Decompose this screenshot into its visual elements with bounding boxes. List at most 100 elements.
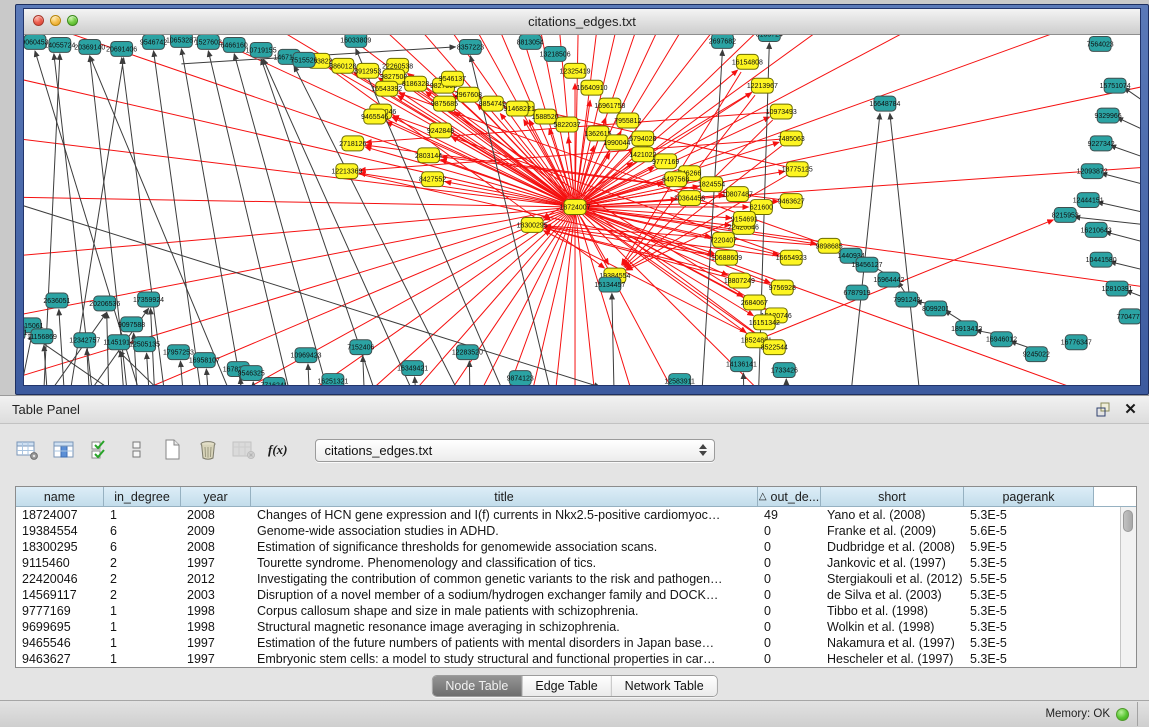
graph-node[interactable]: 13218506 (540, 46, 571, 61)
network-canvas[interactable]: 1872400712325419166409101696175879558121… (24, 35, 1140, 385)
graph-node[interactable]: 16210643 (1081, 222, 1112, 237)
graph-node[interactable]: 15134457 (594, 277, 625, 292)
graph-node[interactable]: 8427552 (419, 172, 446, 187)
graph-node[interactable]: 1527602 (195, 35, 222, 49)
graph-node[interactable]: 6497568 (662, 172, 689, 187)
graph-node[interactable]: 2636051 (43, 293, 70, 308)
graph-node[interactable]: 1824554 (698, 177, 725, 192)
graph-node[interactable]: 12505135 (129, 337, 160, 352)
table-row[interactable]: 969969511998Structural magnetic resonanc… (16, 619, 1121, 635)
graph-node[interactable]: 16154808 (732, 54, 763, 69)
graph-node[interactable]: 10688609 (711, 250, 742, 265)
graph-node[interactable]: 10973493 (766, 104, 797, 119)
graph-node[interactable]: 7152406 (347, 340, 374, 355)
graph-node[interactable]: 9546137 (439, 71, 466, 86)
network-graph[interactable]: 1872400712325419166409101696175879558121… (24, 35, 1140, 385)
graph-node[interactable]: 7515526 (290, 52, 317, 67)
column-header-pagerank[interactable]: pagerank (964, 487, 1094, 507)
graph-node[interactable]: 20369140 (74, 39, 105, 54)
graph-node[interactable]: 12213967 (747, 78, 778, 93)
zoom-window-button[interactable] (67, 15, 78, 26)
select-columns-icon[interactable] (50, 437, 77, 464)
graph-node[interactable]: 7220407 (710, 232, 737, 247)
graph-node[interactable]: 12583911 (664, 374, 695, 385)
graph-node[interactable]: 20691406 (106, 41, 137, 56)
float-panel-icon[interactable] (1095, 401, 1112, 418)
graph-node[interactable]: 14055724 (44, 37, 75, 52)
graph-node[interactable]: 15751074 (1100, 78, 1131, 93)
table-row[interactable]: 1456911722003Disruption of a novel membe… (16, 587, 1121, 603)
close-window-button[interactable] (33, 15, 44, 26)
graph-node[interactable]: 8215953 (1052, 208, 1079, 223)
graph-node[interactable]: 8099201 (922, 301, 949, 316)
graph-node[interactable]: 2967608 (455, 87, 482, 102)
graph-node[interactable]: 16946012 (986, 332, 1017, 347)
graph-node[interactable]: 2718126 (339, 136, 366, 151)
graph-node[interactable]: 10719155 (246, 42, 277, 57)
graph-node[interactable]: 7991243 (893, 292, 920, 307)
graph-node[interactable]: 16776347 (1061, 335, 1092, 350)
network-window-titlebar[interactable]: citations_edges.txt (24, 9, 1140, 35)
row-height-icon[interactable] (122, 437, 149, 464)
graph-node[interactable]: 12213369 (331, 164, 362, 179)
memory-ok-indicator[interactable] (1116, 708, 1129, 721)
graph-node[interactable]: 20206536 (89, 296, 120, 311)
graph-node[interactable]: 9154691 (731, 211, 758, 226)
graph-node[interactable]: 16961758 (594, 98, 625, 113)
graph-node[interactable]: 8186328 (402, 76, 429, 91)
graph-node[interactable]: 16251321 (317, 374, 348, 385)
graph-node[interactable]: 6787919 (843, 285, 870, 300)
graph-node[interactable]: 20364456 (674, 191, 705, 206)
graph-node[interactable]: 6794028 (629, 131, 656, 146)
graph-node[interactable]: 6466160 (221, 37, 248, 52)
table-row[interactable]: 2242004622012Investigating the contribut… (16, 571, 1121, 587)
table-row[interactable]: 1872400712008Changes of HCN gene express… (16, 507, 1121, 523)
table-row[interactable]: 911546021997Tourette syndrome. Phenomeno… (16, 555, 1121, 571)
graph-node[interactable]: 9898685 (816, 238, 843, 253)
table-row[interactable]: 1938455462009Genome-wide association stu… (16, 523, 1121, 539)
new-table-icon[interactable] (158, 437, 185, 464)
graph-node[interactable]: 12810391 (1102, 281, 1133, 296)
graph-node[interactable]: 18300295 (517, 217, 548, 232)
minimize-window-button[interactable] (50, 15, 61, 26)
graph-node[interactable]: 8522544 (761, 340, 788, 355)
graph-node[interactable]: 8135724 (756, 35, 783, 41)
graph-node[interactable]: 18724007 (560, 200, 591, 215)
graph-node[interactable]: 8912953 (354, 63, 381, 78)
graph-node[interactable]: 9245022 (1023, 347, 1050, 362)
graph-node[interactable]: 16640910 (576, 80, 607, 95)
graph-node[interactable]: 18807249 (724, 273, 755, 288)
graph-node[interactable]: 9756928 (769, 280, 796, 295)
table-settings-icon[interactable] (14, 437, 41, 464)
delete-table-icon[interactable] (194, 437, 221, 464)
graph-node[interactable]: 5822037 (554, 117, 581, 132)
graph-node[interactable]: 12093872 (1077, 164, 1108, 179)
close-panel-icon[interactable]: ✕ (1122, 401, 1139, 418)
column-header-name[interactable]: name (16, 487, 104, 507)
graph-node[interactable]: 12283520 (452, 345, 483, 360)
graph-node[interactable]: 8860128 (329, 58, 356, 73)
graph-node[interactable]: 10441580 (1086, 252, 1117, 267)
graph-node[interactable]: 12342757 (69, 333, 100, 348)
graph-node[interactable]: 16654923 (776, 250, 807, 265)
column-header-out_de[interactable]: △out_de... (758, 487, 821, 507)
tab-network-table[interactable]: Network Table (612, 676, 717, 696)
graph-node[interactable]: 2803144 (415, 148, 442, 163)
graph-node[interactable]: 12444151 (1073, 193, 1104, 208)
graph-node[interactable]: 9874123 (507, 371, 534, 385)
graph-node[interactable]: 9777169 (652, 154, 679, 169)
graph-node[interactable]: 18913412 (951, 321, 982, 336)
graph-node[interactable]: 8357223 (457, 39, 484, 54)
graph-node[interactable]: 2684067 (741, 295, 768, 310)
graph-node[interactable]: 9465546 (361, 109, 388, 124)
graph-node[interactable]: 16349421 (397, 361, 428, 376)
graph-node[interactable]: 16033809 (340, 35, 371, 47)
graph-node[interactable]: 10969423 (291, 348, 322, 363)
graph-node[interactable]: 7704771 (1116, 309, 1140, 324)
graph-node[interactable]: 14136141 (726, 357, 757, 372)
graph-node[interactable]: 16151342 (749, 315, 780, 330)
column-header-in_degree[interactable]: in_degree (104, 487, 181, 507)
graph-node[interactable]: 7955812 (614, 113, 641, 128)
graph-node[interactable]: 18775125 (782, 162, 813, 177)
table-row[interactable]: 946362711997Embryonic stem cells: a mode… (16, 651, 1121, 667)
